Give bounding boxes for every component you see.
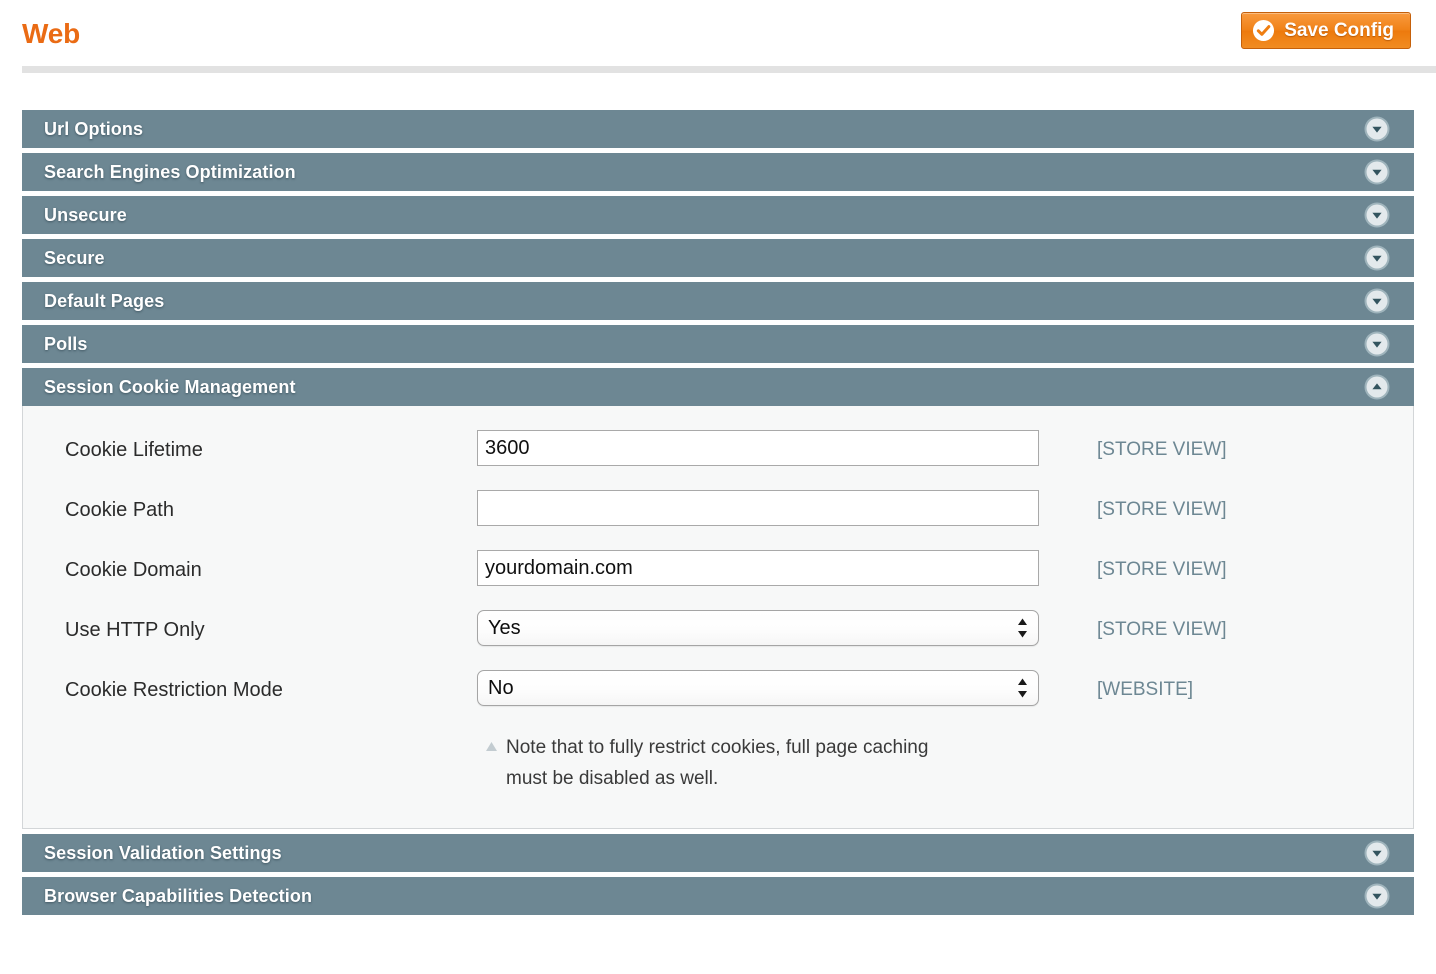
field-label: Use HTTP Only — [65, 610, 477, 642]
stepper-arrows-icon[interactable] — [1017, 617, 1028, 639]
note-body: Note that to fully restrict cookies, ful… — [477, 732, 1040, 794]
field-control — [477, 490, 1040, 526]
section-header-search-engines-optimization[interactable]: Search Engines Optimization — [22, 153, 1414, 191]
section-header-session-validation-settings[interactable]: Session Validation Settings — [22, 834, 1414, 872]
chevron-down-circle-icon[interactable] — [1363, 115, 1391, 143]
note-text: Note that to fully restrict cookies, ful… — [506, 732, 928, 794]
field-row-cookie-restriction-mode: Cookie Restriction Mode No [WEBSITE] — [23, 670, 1413, 726]
section-title: Session Cookie Management — [44, 378, 296, 396]
section-title: Default Pages — [44, 292, 164, 310]
field-row-cookie-path: Cookie Path [STORE VIEW] — [23, 490, 1413, 550]
note-line-1: Note that to fully restrict cookies, ful… — [506, 737, 928, 758]
chevron-down-circle-icon[interactable] — [1363, 839, 1391, 867]
scope-label: [STORE VIEW] — [1040, 550, 1227, 581]
chevron-up-circle-icon[interactable] — [1363, 373, 1391, 401]
select-box — [477, 610, 1039, 646]
save-config-button[interactable]: Save Config — [1241, 12, 1411, 49]
section-title: Session Validation Settings — [44, 844, 282, 862]
page-header: Web Save Config — [0, 0, 1436, 60]
select-value: Yes — [488, 618, 521, 638]
section-title: Polls — [44, 335, 88, 353]
chevron-down-circle-icon[interactable] — [1363, 882, 1391, 910]
field-note-cookie-restriction-mode: Note that to fully restrict cookies, ful… — [23, 726, 1413, 794]
section-title: Unsecure — [44, 206, 127, 224]
note-spacer — [65, 732, 477, 794]
page-title: Web — [22, 20, 80, 48]
cookie-path-input[interactable] — [477, 490, 1039, 526]
field-row-cookie-lifetime: Cookie Lifetime [STORE VIEW] — [23, 430, 1413, 490]
section-header-polls[interactable]: Polls — [22, 325, 1414, 363]
section-header-url-options[interactable]: Url Options — [22, 110, 1414, 148]
section-header-unsecure[interactable]: Unsecure — [22, 196, 1414, 234]
field-label: Cookie Domain — [65, 550, 477, 582]
cookie-restriction-mode-select[interactable]: No — [477, 670, 1039, 706]
section-title: Url Options — [44, 120, 143, 138]
cookie-domain-input[interactable] — [477, 550, 1039, 586]
chevron-down-circle-icon[interactable] — [1363, 244, 1391, 272]
admin-config-page: Web Save Config Url Options Search Engin… — [0, 0, 1436, 974]
field-control — [477, 550, 1040, 586]
section-header-browser-capabilities-detection[interactable]: Browser Capabilities Detection — [22, 877, 1414, 915]
save-config-label: Save Config — [1284, 20, 1394, 42]
field-label: Cookie Lifetime — [65, 430, 477, 462]
note-triangle-icon — [485, 741, 498, 752]
use-http-only-select[interactable]: Yes — [477, 610, 1039, 646]
scope-label: [STORE VIEW] — [1040, 490, 1227, 521]
field-label: Cookie Restriction Mode — [65, 670, 477, 702]
scope-label: [STORE VIEW] — [1040, 430, 1227, 461]
section-header-secure[interactable]: Secure — [22, 239, 1414, 277]
section-title: Browser Capabilities Detection — [44, 887, 312, 905]
field-row-cookie-domain: Cookie Domain [STORE VIEW] — [23, 550, 1413, 610]
section-title: Search Engines Optimization — [44, 163, 296, 181]
field-control: No — [477, 670, 1040, 706]
check-circle-icon — [1252, 19, 1275, 42]
config-section-list: Url Options Search Engines Optimization … — [22, 110, 1414, 915]
stepper-arrows-icon[interactable] — [1017, 677, 1028, 699]
session-cookie-management-panel: Cookie Lifetime [STORE VIEW] Cookie Path… — [22, 406, 1414, 829]
scope-label: [STORE VIEW] — [1040, 610, 1227, 641]
field-label: Cookie Path — [65, 490, 477, 522]
chevron-down-circle-icon[interactable] — [1363, 201, 1391, 229]
section-header-session-cookie-management[interactable]: Session Cookie Management — [22, 368, 1414, 406]
section-header-default-pages[interactable]: Default Pages — [22, 282, 1414, 320]
chevron-down-circle-icon[interactable] — [1363, 287, 1391, 315]
field-control — [477, 430, 1040, 466]
select-box — [477, 670, 1039, 706]
field-row-use-http-only: Use HTTP Only Yes [STORE VIEW] — [23, 610, 1413, 670]
chevron-down-circle-icon[interactable] — [1363, 330, 1391, 358]
header-divider — [22, 66, 1436, 73]
field-control: Yes — [477, 610, 1040, 646]
select-value: No — [488, 678, 514, 698]
section-title: Secure — [44, 249, 105, 267]
chevron-down-circle-icon[interactable] — [1363, 158, 1391, 186]
cookie-lifetime-input[interactable] — [477, 430, 1039, 466]
scope-label: [WEBSITE] — [1040, 670, 1193, 701]
note-line-2: must be disabled as well. — [506, 768, 718, 789]
